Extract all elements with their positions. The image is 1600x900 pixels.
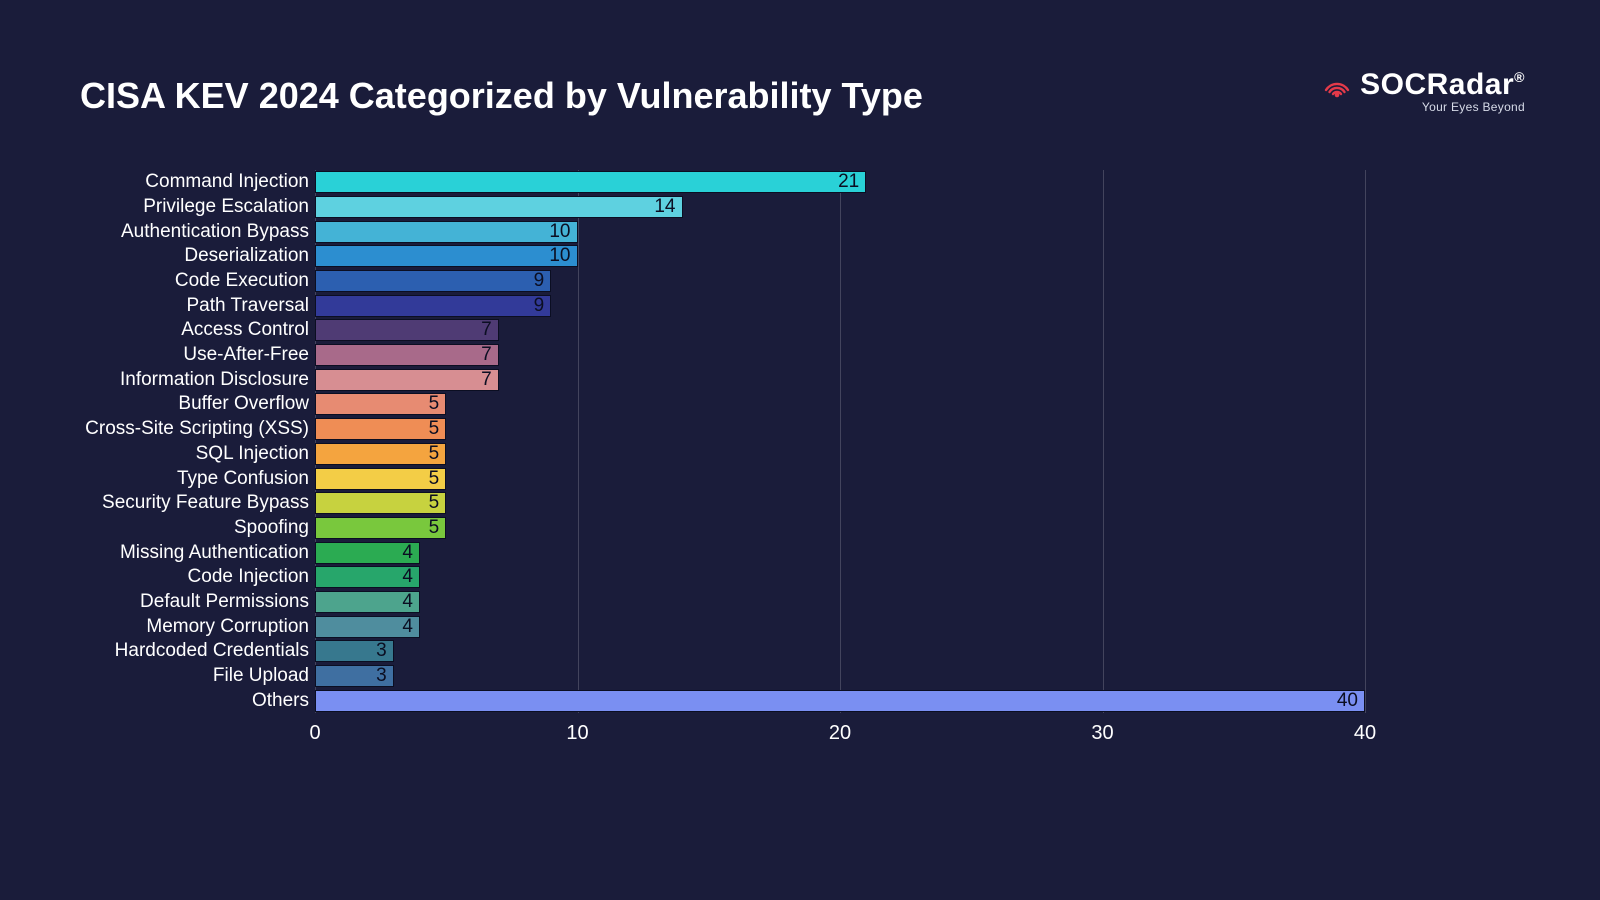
category-label: Code Injection: [188, 566, 315, 588]
bar: 5: [315, 418, 446, 440]
bar: 3: [315, 665, 394, 687]
bar-row: File Upload3: [315, 664, 394, 689]
bar: 40: [315, 690, 1365, 712]
x-tick-label: 10: [566, 722, 588, 745]
bar-row: Authentication Bypass10: [315, 219, 578, 244]
bar: 4: [315, 591, 420, 613]
category-label: Use-After-Free: [183, 344, 315, 366]
page: CISA KEV 2024 Categorized by Vulnerabili…: [0, 0, 1600, 900]
category-label: Security Feature Bypass: [102, 492, 315, 514]
bar: 10: [315, 245, 578, 267]
category-label: Access Control: [181, 319, 315, 341]
bar: 7: [315, 344, 499, 366]
category-label: Default Permissions: [140, 591, 315, 613]
bar: 5: [315, 517, 446, 539]
category-label: Spoofing: [234, 517, 315, 539]
category-label: Code Execution: [175, 270, 315, 292]
category-label: Privilege Escalation: [143, 196, 315, 218]
category-label: SQL Injection: [196, 443, 315, 465]
bar: 4: [315, 566, 420, 588]
bar-row: Cross-Site Scripting (XSS)5: [315, 417, 446, 442]
bar: 5: [315, 492, 446, 514]
brand-tagline: Your Eyes Beyond: [1320, 100, 1525, 114]
bar: 9: [315, 295, 551, 317]
category-label: Information Disclosure: [120, 369, 315, 391]
category-label: File Upload: [213, 665, 315, 687]
gridline: [578, 170, 579, 713]
category-label: Type Confusion: [177, 468, 315, 490]
bar-row: SQL Injection5: [315, 442, 446, 467]
bar-chart: Command Injection21Privilege Escalation1…: [315, 170, 1365, 713]
bar: 4: [315, 542, 420, 564]
bar-row: Type Confusion5: [315, 466, 446, 491]
brand-logo: SOCRadar® Your Eyes Beyond: [1320, 68, 1525, 114]
bar-row: Information Disclosure7: [315, 367, 499, 392]
category-label: Authentication Bypass: [121, 221, 315, 243]
bar-row: Deserialization10: [315, 244, 578, 269]
category-label: Missing Authentication: [120, 542, 315, 564]
bar: 5: [315, 443, 446, 465]
x-tick-label: 20: [829, 722, 851, 745]
category-label: Path Traversal: [187, 295, 316, 317]
bar-row: Default Permissions4: [315, 590, 420, 615]
bar-row: Access Control7: [315, 318, 499, 343]
gridline: [1103, 170, 1104, 713]
bar-row: Memory Corruption4: [315, 614, 420, 639]
category-label: Memory Corruption: [146, 616, 315, 638]
bar: 9: [315, 270, 551, 292]
bar: 4: [315, 616, 420, 638]
bar-row: Hardcoded Credentials3: [315, 639, 394, 664]
brand-name: SOCRadar®: [1360, 68, 1525, 102]
bar-row: Path Traversal9: [315, 293, 551, 318]
category-label: Cross-Site Scripting (XSS): [85, 418, 315, 440]
bar-row: Buffer Overflow5: [315, 392, 446, 417]
bar-row: Use-After-Free7: [315, 343, 499, 368]
bar: 21: [315, 171, 866, 193]
bar: 10: [315, 221, 578, 243]
bar-row: Spoofing5: [315, 516, 446, 541]
x-tick-label: 30: [1091, 722, 1113, 745]
category-label: Hardcoded Credentials: [115, 640, 315, 662]
bar: 7: [315, 319, 499, 341]
bar-row: Others40: [315, 688, 1365, 713]
category-label: Buffer Overflow: [178, 393, 315, 415]
bar: 5: [315, 468, 446, 490]
chart-title: CISA KEV 2024 Categorized by Vulnerabili…: [80, 75, 923, 117]
gridline: [840, 170, 841, 713]
category-label: Command Injection: [145, 171, 315, 193]
gridline: [1365, 170, 1366, 713]
bar-row: Code Injection4: [315, 565, 420, 590]
bar: 3: [315, 640, 394, 662]
bar-row: Code Execution9: [315, 269, 551, 294]
bar: 14: [315, 196, 683, 218]
bar-row: Command Injection21: [315, 170, 866, 195]
x-tick-label: 0: [309, 722, 320, 745]
radar-icon: [1320, 68, 1354, 102]
category-label: Others: [252, 690, 315, 712]
bar-row: Security Feature Bypass5: [315, 491, 446, 516]
bar-row: Privilege Escalation14: [315, 195, 683, 220]
bar: 5: [315, 393, 446, 415]
category-label: Deserialization: [184, 245, 315, 267]
bar-row: Missing Authentication4: [315, 540, 420, 565]
bar: 7: [315, 369, 499, 391]
x-tick-label: 40: [1354, 722, 1376, 745]
